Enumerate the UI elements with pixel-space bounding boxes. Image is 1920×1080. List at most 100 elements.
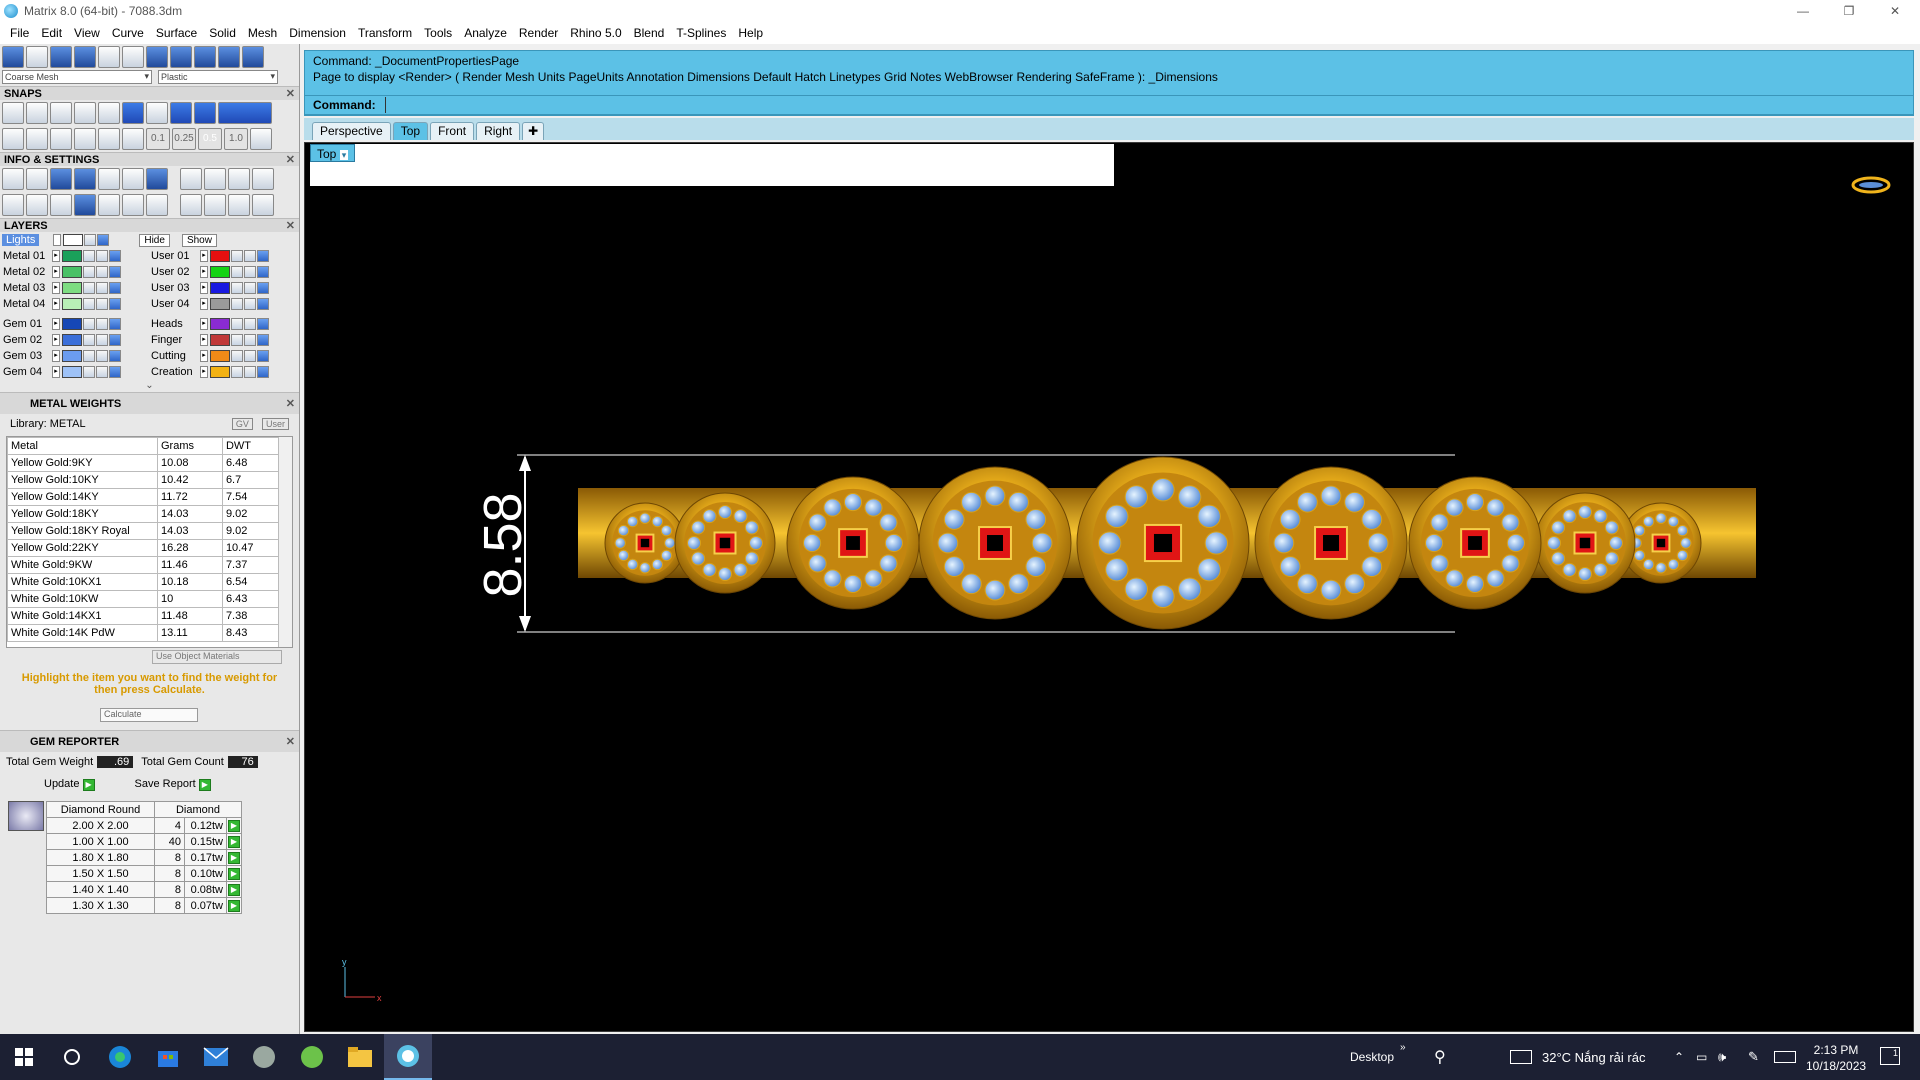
snap-toggle-icon[interactable] (218, 102, 272, 124)
layer-on-icon[interactable] (257, 334, 269, 346)
save-report-button[interactable]: Save Report ▶ (135, 778, 211, 791)
expand-arrow-icon[interactable]: ▸ (52, 282, 60, 294)
material-select[interactable]: Plastic (158, 70, 278, 84)
people-icon[interactable]: ⚲ (1434, 1047, 1446, 1067)
lock-icon[interactable] (83, 334, 95, 346)
layer-on-icon[interactable] (109, 366, 121, 378)
layer-row[interactable]: Gem 04 ▸ (0, 364, 148, 380)
layer-stack-icon[interactable] (50, 168, 72, 190)
maximize-button[interactable]: ❐ (1826, 0, 1872, 22)
menu-solid[interactable]: Solid (203, 26, 242, 40)
tool-e-icon[interactable] (180, 194, 202, 216)
layer-name[interactable]: Cutting (148, 350, 200, 362)
cube-icon[interactable] (146, 168, 168, 190)
rhino-icon[interactable] (240, 1034, 288, 1080)
grid-icon[interactable] (2, 128, 24, 150)
metal-table-scrollbar[interactable] (278, 437, 292, 647)
table-row[interactable]: Yellow Gold:10KY 10.42 6.7 (7, 471, 280, 489)
grid-view-icon[interactable] (2, 194, 24, 216)
command-input[interactable] (385, 97, 1875, 113)
matrix-taskbar-icon[interactable] (384, 1034, 432, 1080)
sphere-white-icon[interactable] (170, 46, 192, 68)
sphere-metal-icon[interactable] (194, 46, 216, 68)
snap-value-0[interactable]: 0.1 (146, 128, 170, 150)
minimize-button[interactable]: — (1780, 0, 1826, 22)
column-header[interactable]: DWT (221, 437, 280, 455)
table-row[interactable]: White Gold:10KX1 10.18 6.54 (7, 573, 280, 591)
viewport-top[interactable]: 8.58 y x (304, 142, 1914, 1032)
panel-icon[interactable] (26, 194, 48, 216)
expand-arrow-icon[interactable]: ▸ (200, 266, 208, 278)
snap-value-2[interactable]: 0.5 (198, 128, 222, 150)
visibility-icon[interactable] (244, 334, 256, 346)
layer-name[interactable]: Gem 01 (0, 318, 52, 330)
layer-name[interactable]: Gem 04 (0, 366, 52, 378)
user-button[interactable]: User (261, 418, 289, 430)
layer-color-swatch[interactable] (62, 350, 82, 362)
expand-arrow-icon[interactable]: ▸ (52, 318, 60, 330)
layer-row[interactable]: Metal 01 ▸ (0, 248, 148, 264)
sphere-silver-icon[interactable] (242, 46, 264, 68)
gem-select-button[interactable]: ▶ (226, 849, 242, 866)
layer-row[interactable]: User 01 ▸ (148, 248, 296, 264)
hide-button[interactable]: Hide (139, 233, 170, 247)
snap-near-icon[interactable] (26, 102, 48, 124)
layer-color-swatch[interactable] (62, 250, 82, 262)
table-row[interactable]: Yellow Gold:9KY 10.08 6.48 (7, 454, 280, 472)
visibility-icon[interactable] (244, 266, 256, 278)
layer-name[interactable]: Finger (148, 334, 200, 346)
file-explorer-icon[interactable] (336, 1034, 384, 1080)
layer-on-icon[interactable] (109, 318, 121, 330)
table-row[interactable]: White Gold:14KX1 11.48 7.38 (7, 607, 280, 625)
tool-g-icon[interactable] (228, 194, 250, 216)
menu-view[interactable]: View (68, 26, 106, 40)
layer-row[interactable]: Gem 03 ▸ (0, 348, 148, 364)
tool-d-icon[interactable] (252, 168, 274, 190)
expand-arrow-icon[interactable]: ▸ (200, 318, 208, 330)
gv-button[interactable]: GV (231, 418, 253, 430)
gem-select-button[interactable]: ▶ (226, 897, 242, 914)
layer-color-swatch[interactable] (210, 298, 230, 310)
visibility-icon[interactable] (96, 350, 108, 362)
lock-icon[interactable] (231, 350, 243, 362)
layer-color-swatch[interactable] (210, 318, 230, 330)
layer-name[interactable]: Metal 02 (0, 266, 52, 278)
tool-c-icon[interactable] (228, 168, 250, 190)
layer-row[interactable]: Heads ▸ (148, 316, 296, 332)
tool-h-icon[interactable] (252, 194, 274, 216)
ortho-icon[interactable] (26, 128, 48, 150)
layer-on-icon[interactable] (257, 250, 269, 262)
gem-row[interactable]: 1.50 X 1.50 8 0.10tw ▶ (46, 865, 242, 882)
use-object-materials-button[interactable]: Use Object Materials (152, 650, 282, 664)
smarttrack-icon[interactable] (98, 128, 120, 150)
layer-color-swatch[interactable] (210, 266, 230, 278)
layer-row[interactable]: Cutting ▸ (148, 348, 296, 364)
environment-icon[interactable] (122, 46, 144, 68)
snap-knot-icon[interactable] (170, 102, 192, 124)
menu-tools[interactable]: Tools (418, 26, 458, 40)
visibility-icon[interactable] (244, 366, 256, 378)
weather-text[interactable]: 32°C Nắng rải rác (1542, 1050, 1645, 1065)
expand-arrow-icon[interactable]: ▸ (52, 298, 60, 310)
layer-on-icon[interactable] (109, 334, 121, 346)
desktop-toolbar[interactable]: Desktop (1350, 1050, 1394, 1064)
update-button[interactable]: Update ▶ (44, 778, 95, 791)
layer-name[interactable]: Gem 03 (0, 350, 52, 362)
snap-center-icon[interactable] (122, 102, 144, 124)
tab-front[interactable]: Front (430, 122, 475, 140)
tab-perspective[interactable]: Perspective (312, 122, 391, 140)
close-button[interactable]: ✕ (1872, 0, 1918, 22)
lock-icon[interactable] (231, 266, 243, 278)
expand-arrow-icon[interactable]: ▸ (52, 334, 60, 346)
layer-color-swatch[interactable] (62, 266, 82, 278)
table-row[interactable]: Yellow Gold:14KY 11.72 7.54 (7, 488, 280, 506)
grid-render-icon[interactable] (2, 46, 24, 68)
store-icon[interactable] (144, 1034, 192, 1080)
part-icon[interactable] (50, 194, 72, 216)
layer-row[interactable]: Gem 01 ▸ (0, 316, 148, 332)
expand-icon[interactable]: ⌄ (0, 380, 299, 392)
layer-on-icon[interactable] (109, 298, 121, 310)
layer-name[interactable]: User 02 (148, 266, 200, 278)
menu-blend[interactable]: Blend (628, 26, 671, 40)
layer-row[interactable]: User 04 ▸ (148, 296, 296, 312)
